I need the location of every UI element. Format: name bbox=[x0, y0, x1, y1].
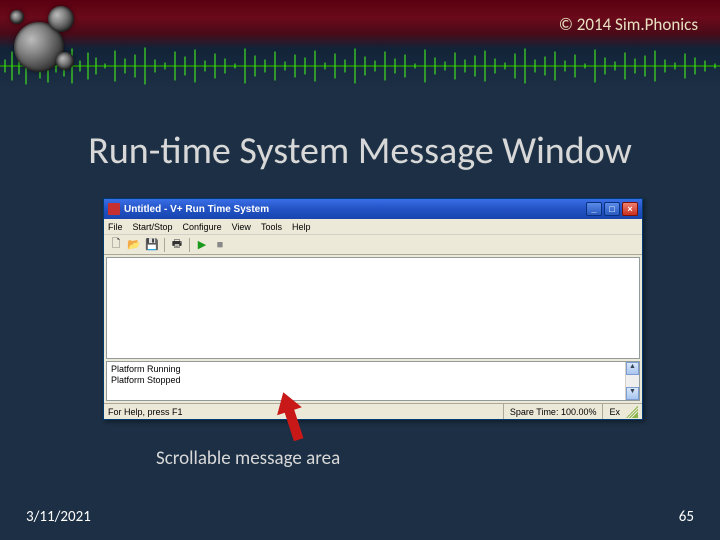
close-button[interactable]: × bbox=[622, 202, 638, 216]
scroll-track[interactable] bbox=[626, 375, 639, 387]
open-icon[interactable]: 📂 bbox=[126, 237, 142, 253]
status-spare-time: Spare Time: 100.00% bbox=[503, 404, 603, 419]
resize-grip-icon[interactable] bbox=[626, 406, 638, 418]
scroll-down-icon[interactable]: ▼ bbox=[626, 387, 639, 400]
toolbar: 🗋 📂 💾 🖶 ▶ ■ bbox=[104, 235, 642, 255]
app-window: Untitled - V+ Run Time System _ □ × File… bbox=[103, 198, 643, 420]
window-title: Untitled - V+ Run Time System bbox=[124, 204, 269, 215]
new-icon[interactable]: 🗋 bbox=[108, 237, 124, 253]
print-icon[interactable]: 🖶 bbox=[169, 237, 185, 253]
statusbar: For Help, press F1 Spare Time: 100.00% E… bbox=[104, 403, 642, 419]
speaker-graphic bbox=[0, 0, 90, 90]
maximize-button[interactable]: □ bbox=[604, 202, 620, 216]
menu-help[interactable]: Help bbox=[292, 222, 311, 232]
scrollbar[interactable]: ▲ ▼ bbox=[625, 362, 639, 400]
menu-tools[interactable]: Tools bbox=[261, 222, 282, 232]
footer-date: 3/11/2021 bbox=[26, 508, 91, 526]
message-text: Platform Running Platform Stopped bbox=[107, 362, 625, 400]
status-help-text: For Help, press F1 bbox=[108, 407, 183, 417]
menu-configure[interactable]: Configure bbox=[183, 222, 222, 232]
minimize-button[interactable]: _ bbox=[586, 202, 602, 216]
menu-view[interactable]: View bbox=[232, 222, 251, 232]
status-ex: Ex bbox=[602, 404, 626, 419]
play-icon[interactable]: ▶ bbox=[194, 237, 210, 253]
slide-title: Run-time System Message Window bbox=[0, 128, 720, 174]
stop-icon[interactable]: ■ bbox=[212, 237, 228, 253]
message-area: Platform Running Platform Stopped ▲ ▼ bbox=[106, 361, 640, 401]
separator bbox=[189, 238, 190, 252]
scroll-up-icon[interactable]: ▲ bbox=[626, 362, 639, 375]
separator bbox=[164, 238, 165, 252]
menu-startstop[interactable]: Start/Stop bbox=[133, 222, 173, 232]
menu-file[interactable]: File bbox=[108, 222, 123, 232]
save-icon[interactable]: 💾 bbox=[144, 237, 160, 253]
caption-text: Scrollable message area bbox=[156, 447, 340, 470]
titlebar[interactable]: Untitled - V+ Run Time System _ □ × bbox=[104, 199, 642, 219]
menubar: File Start/Stop Configure View Tools Hel… bbox=[104, 219, 642, 235]
client-area bbox=[106, 257, 640, 359]
slide: © 2014 Sim.Phonics Run-time System Messa… bbox=[0, 0, 720, 540]
footer-page-number: 65 bbox=[679, 508, 694, 526]
app-icon bbox=[108, 203, 120, 215]
copyright-text: © 2014 Sim.Phonics bbox=[559, 14, 698, 35]
